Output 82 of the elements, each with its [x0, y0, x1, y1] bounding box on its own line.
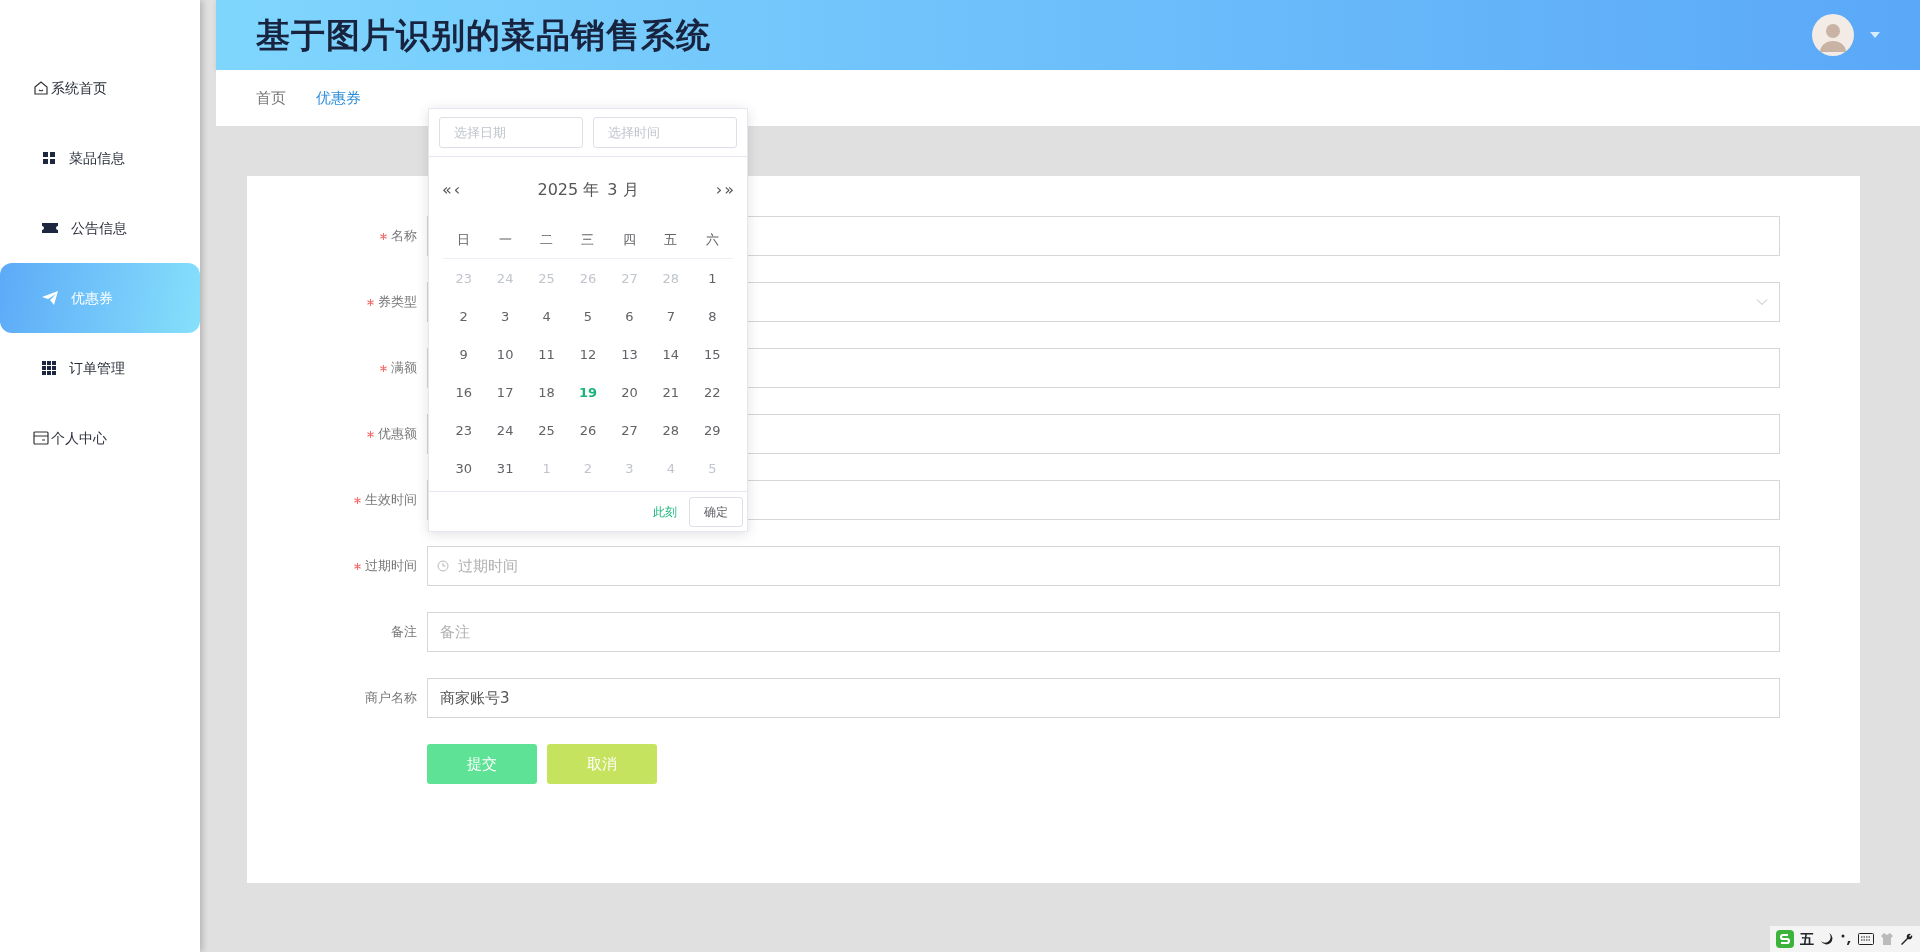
- calendar-day[interactable]: 28: [662, 421, 680, 441]
- calendar-day[interactable]: 29: [704, 421, 721, 441]
- input-mode-label[interactable]: 五: [1800, 928, 1814, 950]
- sidebar-item[interactable]: 系统首页: [0, 53, 200, 123]
- calendar-day[interactable]: 22: [704, 383, 721, 403]
- calendar-day[interactable]: 24: [496, 421, 514, 441]
- calendar-day[interactable]: 16: [455, 383, 472, 403]
- calendar-day[interactable]: 26: [579, 421, 597, 441]
- weekday-label: 四: [621, 230, 637, 249]
- avatar[interactable]: [1812, 14, 1854, 56]
- confirm-button[interactable]: 确定: [689, 496, 743, 527]
- breadcrumb-link[interactable]: 首页: [256, 86, 286, 110]
- calendar-day[interactable]: 9: [459, 345, 468, 365]
- app-title: 基于图片识别的菜品销售系统: [256, 14, 712, 56]
- field-label: 优惠额: [378, 425, 417, 444]
- calendar-day[interactable]: 17: [496, 383, 514, 403]
- weekday-label: 三: [580, 230, 596, 249]
- paper-plane-icon: [42, 291, 58, 305]
- calendar-day[interactable]: 1: [708, 269, 717, 289]
- logo-icon[interactable]: [1776, 930, 1794, 948]
- weekday-label: 二: [539, 230, 555, 249]
- sidebar-item[interactable]: 菜品信息: [0, 123, 200, 193]
- field-label: 商户名称: [365, 689, 417, 708]
- calendar-day[interactable]: 18: [538, 383, 555, 403]
- sidebar-item[interactable]: 订单管理: [0, 333, 200, 403]
- moon-icon[interactable]: [1820, 932, 1834, 946]
- prev-year-button[interactable]: «: [441, 182, 453, 198]
- field-label: 备注: [391, 623, 417, 642]
- clock-icon: [437, 560, 449, 572]
- calendar-day[interactable]: 2: [459, 307, 468, 327]
- grid-icon: [42, 361, 56, 375]
- next-year-button[interactable]: »: [723, 182, 735, 198]
- sidebar-item[interactable]: 公告信息: [0, 193, 200, 263]
- calendar-day[interactable]: 15: [704, 345, 721, 365]
- calendar-day[interactable]: 30: [455, 459, 472, 479]
- month-label[interactable]: 3 月: [607, 178, 639, 202]
- weekday-label: 日: [456, 230, 472, 249]
- chevron-down-icon: [1756, 298, 1768, 306]
- calendar-day[interactable]: 31: [496, 459, 514, 479]
- calendar-day[interactable]: 21: [662, 383, 680, 403]
- punctuation-icon[interactable]: [1840, 932, 1852, 946]
- keyboard-icon[interactable]: [1858, 933, 1874, 945]
- calendar-day[interactable]: 11: [538, 345, 555, 365]
- field-label: 券类型: [378, 293, 417, 312]
- weekday-label: 五: [663, 230, 679, 249]
- calendar-day[interactable]: 23: [455, 421, 472, 441]
- date-field[interactable]: 选择日期: [439, 117, 583, 148]
- clothes-icon[interactable]: [1880, 932, 1894, 946]
- prev-month-button[interactable]: ‹: [452, 182, 462, 198]
- field-label: 满额: [391, 359, 417, 378]
- grid-icon: [42, 151, 56, 165]
- calendar-day[interactable]: 4: [542, 307, 551, 327]
- field-label: 生效时间: [365, 491, 417, 510]
- field-label: 过期时间: [365, 557, 417, 576]
- input-field[interactable]: 过期时间: [427, 546, 1780, 586]
- next-month-button[interactable]: ›: [714, 182, 724, 198]
- caret-down-icon[interactable]: [1870, 32, 1880, 38]
- wrench-icon[interactable]: [1900, 932, 1914, 946]
- calendar-day[interactable]: 6: [625, 307, 634, 327]
- input-field[interactable]: 商家账号3: [427, 678, 1780, 718]
- weekday-label: 六: [704, 230, 720, 249]
- time-field[interactable]: 选择时间: [593, 117, 737, 148]
- calendar-day[interactable]: 14: [662, 345, 680, 365]
- ticket-icon: [42, 222, 58, 234]
- home-icon: [33, 80, 49, 96]
- year-label[interactable]: 2025 年: [537, 178, 600, 202]
- calendar-day[interactable]: 5: [583, 307, 593, 327]
- calendar-day[interactable]: 8: [708, 307, 717, 327]
- input-field[interactable]: 备注: [427, 612, 1780, 652]
- field-label: 名称: [391, 227, 417, 246]
- weekday-label: 一: [497, 230, 513, 249]
- sidebar-item[interactable]: 个人中心: [0, 403, 200, 473]
- calendar-day[interactable]: 25: [538, 421, 555, 441]
- calendar-day[interactable]: 7: [666, 307, 675, 327]
- calendar-day[interactable]: 13: [621, 345, 638, 365]
- calendar-day[interactable]: 27: [621, 421, 638, 441]
- card-icon: [33, 431, 49, 445]
- breadcrumb-link[interactable]: 优惠券: [316, 86, 361, 110]
- calendar-day[interactable]: 10: [496, 345, 514, 365]
- calendar-day[interactable]: 20: [621, 383, 638, 403]
- calendar-day[interactable]: 3: [501, 307, 510, 327]
- calendar-day[interactable]: 12: [579, 345, 597, 365]
